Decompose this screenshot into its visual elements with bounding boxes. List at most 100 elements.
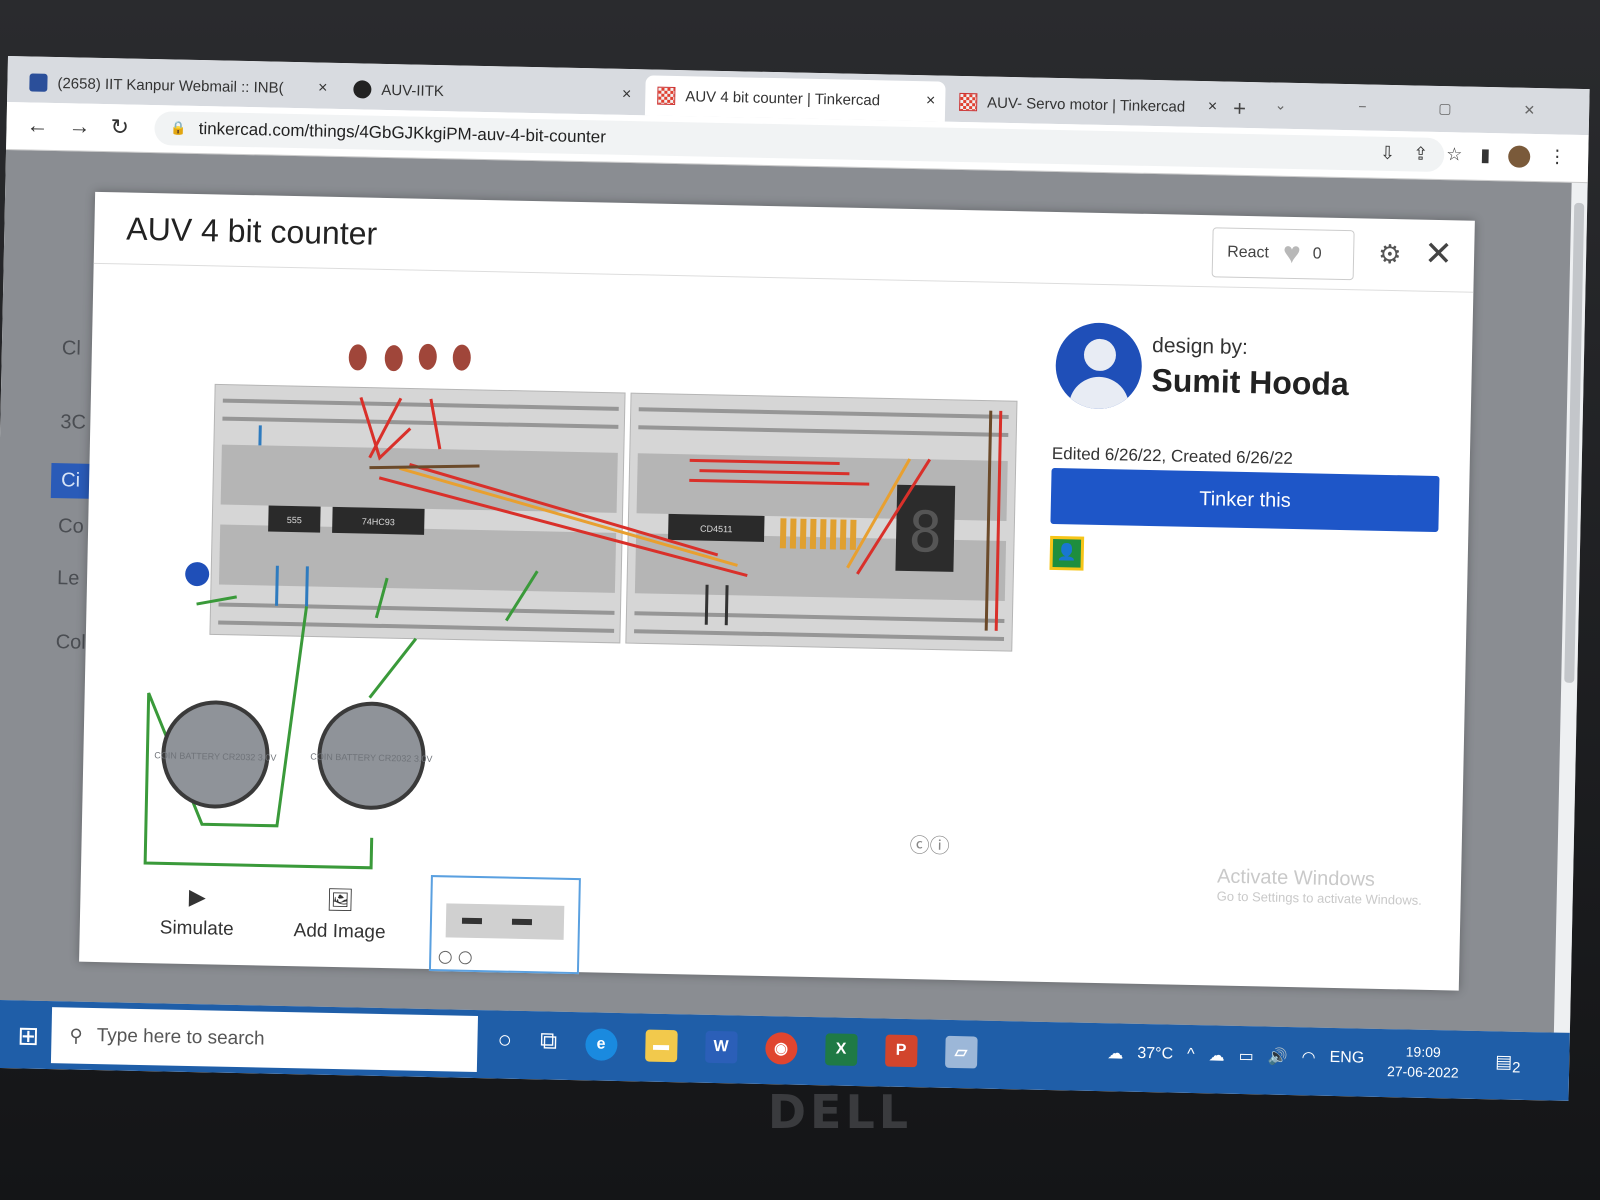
avatar[interactable] xyxy=(1054,322,1143,410)
dell-logo: DELL xyxy=(767,1085,913,1139)
design-thumbnail[interactable] xyxy=(428,875,581,975)
menu-kebab-icon[interactable]: ⋮ xyxy=(1548,146,1566,168)
url-text: tinkercad.com/things/4GbGJKkgiPM-auv-4-b… xyxy=(198,119,607,147)
notification-icon[interactable]: ▤2 xyxy=(1495,1051,1521,1076)
clock-date: 27-06-2022 xyxy=(1386,1063,1459,1081)
tab-auv-4-bit-counter[interactable]: AUV 4 bit counter | Tinkercad × xyxy=(644,75,946,122)
sidebar-item: Cl xyxy=(61,337,82,360)
battery-icon[interactable]: ▭ xyxy=(1238,1046,1254,1066)
designer-name[interactable]: Sumit Hooda xyxy=(1151,362,1349,403)
avatar-head xyxy=(1083,338,1117,372)
react-button[interactable]: React ♥ 0 xyxy=(1211,227,1355,281)
wifi-icon[interactable]: ◠ xyxy=(1301,1047,1315,1067)
pdf-app-icon[interactable]: ▱ xyxy=(944,1035,978,1069)
tab-webmail[interactable]: (2658) IIT Kanpur Webmail :: INB( × xyxy=(17,62,338,109)
taskbar-apps: ○ ⧉ e ▬ W ◉ X P ▱ xyxy=(497,1026,978,1069)
tab-title: AUV- Servo motor | Tinkercad xyxy=(986,94,1186,116)
word-icon[interactable]: W xyxy=(704,1030,738,1064)
heart-icon: ♥ xyxy=(1282,236,1302,271)
sidebar-item: Le xyxy=(56,567,80,590)
design-modal: AUV 4 bit counter React ♥ 0 ⚙ ✕ 555 74HC… xyxy=(79,191,1475,991)
close-icon[interactable]: × xyxy=(1208,98,1218,116)
file-explorer-icon[interactable]: ▬ xyxy=(644,1029,678,1063)
bookmark-star-icon[interactable]: ☆ xyxy=(1446,144,1463,166)
tab-title: (2658) IIT Kanpur Webmail :: INB( xyxy=(57,74,284,97)
page-title: AUV 4 bit counter xyxy=(126,210,378,252)
coin-battery-2: COIN BATTERY CR2032 3.0V xyxy=(310,701,433,810)
add-image-label: Add Image xyxy=(293,920,386,944)
chevron-up-icon[interactable]: ^ xyxy=(1187,1046,1195,1064)
edge-icon[interactable]: e xyxy=(584,1028,618,1061)
volume-icon[interactable]: 🔊 xyxy=(1268,1047,1288,1067)
edit-dates: Edited 6/26/22, Created 6/26/22 xyxy=(1051,443,1294,468)
tab-title: AUV 4 bit counter | Tinkercad xyxy=(685,87,881,109)
thumbnail-preview xyxy=(438,903,565,965)
chip-74hc93: 74HC93 xyxy=(332,506,425,535)
cortana-icon[interactable]: ○ xyxy=(497,1026,512,1058)
reload-icon[interactable]: ↻ xyxy=(110,114,129,140)
tinkercad-icon xyxy=(959,92,978,112)
close-icon[interactable]: × xyxy=(926,92,936,110)
react-count: 0 xyxy=(1312,245,1322,263)
system-tray: ☁ 37°C ^ ☁ ▭ 🔊 ◠ ENG xyxy=(1107,1043,1364,1068)
notification-count: 2 xyxy=(1511,1059,1521,1077)
activate-windows-watermark: Activate Windows Go to Settings to activ… xyxy=(1216,865,1423,908)
chip-cd4511: CD4511 xyxy=(668,513,765,542)
install-app-icon[interactable]: ⇩ xyxy=(1380,143,1396,165)
task-view-icon[interactable]: ⧉ xyxy=(540,1027,558,1059)
back-arrow-icon[interactable]: ← xyxy=(26,112,49,138)
excel-icon[interactable]: X xyxy=(824,1033,858,1066)
search-placeholder: Type here to search xyxy=(96,1025,265,1050)
share-icon[interactable]: ⇪ xyxy=(1413,143,1429,165)
taskbar-clock[interactable]: 19:09 27-06-2022 xyxy=(1387,1041,1459,1082)
circuit-canvas[interactable]: 555 74HC93 CD4511 8 COIN BATTERY CR2032 … xyxy=(99,272,1033,971)
lock-icon: 🔒 xyxy=(170,120,187,136)
profile-avatar[interactable] xyxy=(1507,145,1531,168)
react-label: React xyxy=(1226,243,1270,262)
close-icon[interactable]: × xyxy=(622,86,632,104)
chip-label: 555 xyxy=(287,515,302,525)
window-controls[interactable]: ⌄ − ▢ ✕ xyxy=(1275,97,1570,120)
coin-battery-1: COIN BATTERY CR2032 3.0V xyxy=(154,700,276,809)
simulate-label: Simulate xyxy=(159,917,234,940)
sidebar-item: Co xyxy=(57,515,84,538)
weather-icon[interactable]: ☁ xyxy=(1107,1043,1123,1063)
play-icon: ▶ xyxy=(188,883,207,910)
powerpoint-icon[interactable]: P xyxy=(884,1034,918,1068)
tinkercad-icon xyxy=(657,86,676,105)
taskbar-search-input[interactable]: ⚲ Type here to search xyxy=(50,1007,478,1073)
sidebar-item: 3C xyxy=(60,411,87,434)
language-indicator[interactable]: ENG xyxy=(1329,1049,1364,1068)
laptop-screen: (2658) IIT Kanpur Webmail :: INB( × AUV-… xyxy=(0,56,1590,1101)
tab-auv-iitk[interactable]: AUV-IITK × xyxy=(341,69,642,115)
github-icon xyxy=(353,80,372,99)
sidebar-item: Col xyxy=(55,631,86,654)
creative-commons-icon: ⓒⓘ xyxy=(909,835,950,858)
designer-label: design by: xyxy=(1151,334,1249,360)
forward-arrow-icon[interactable]: → xyxy=(68,113,91,139)
tinker-this-button[interactable]: Tinker this xyxy=(1050,467,1440,533)
close-icon[interactable]: × xyxy=(318,80,328,98)
add-image-button[interactable]: 🖼 Add Image xyxy=(293,886,386,944)
tab-title: AUV-IITK xyxy=(381,81,445,100)
simulate-button[interactable]: ▶ Simulate xyxy=(160,883,235,941)
onedrive-icon[interactable]: ☁ xyxy=(1208,1045,1224,1065)
sidebar-item[interactable]: Ci xyxy=(50,462,91,499)
avatar-body xyxy=(1068,376,1130,410)
pushbutton xyxy=(185,562,210,587)
chrome-icon[interactable]: ◉ xyxy=(764,1032,798,1065)
temperature[interactable]: 37°C xyxy=(1137,1045,1173,1064)
new-tab-button[interactable]: + xyxy=(1233,96,1246,122)
chip-label: 74HC93 xyxy=(362,517,395,528)
google-classroom-icon[interactable]: 👤 xyxy=(1049,535,1085,571)
gear-icon[interactable]: ⚙ xyxy=(1378,239,1402,270)
chip-label: CD4511 xyxy=(700,524,733,535)
close-modal-button[interactable]: ✕ xyxy=(1424,234,1453,275)
side-panel-icon[interactable]: ▮ xyxy=(1480,145,1490,167)
simulation-toolbar: ▶ Simulate 🖼 Add Image xyxy=(160,883,387,944)
svg-text:8: 8 xyxy=(908,500,943,566)
search-icon: ⚲ xyxy=(69,1025,83,1046)
tab-auv-servo-motor[interactable]: AUV- Servo motor | Tinkercad × xyxy=(947,82,1228,128)
led-row xyxy=(348,343,471,372)
windows-start-icon[interactable]: ⊞ xyxy=(17,1020,39,1051)
